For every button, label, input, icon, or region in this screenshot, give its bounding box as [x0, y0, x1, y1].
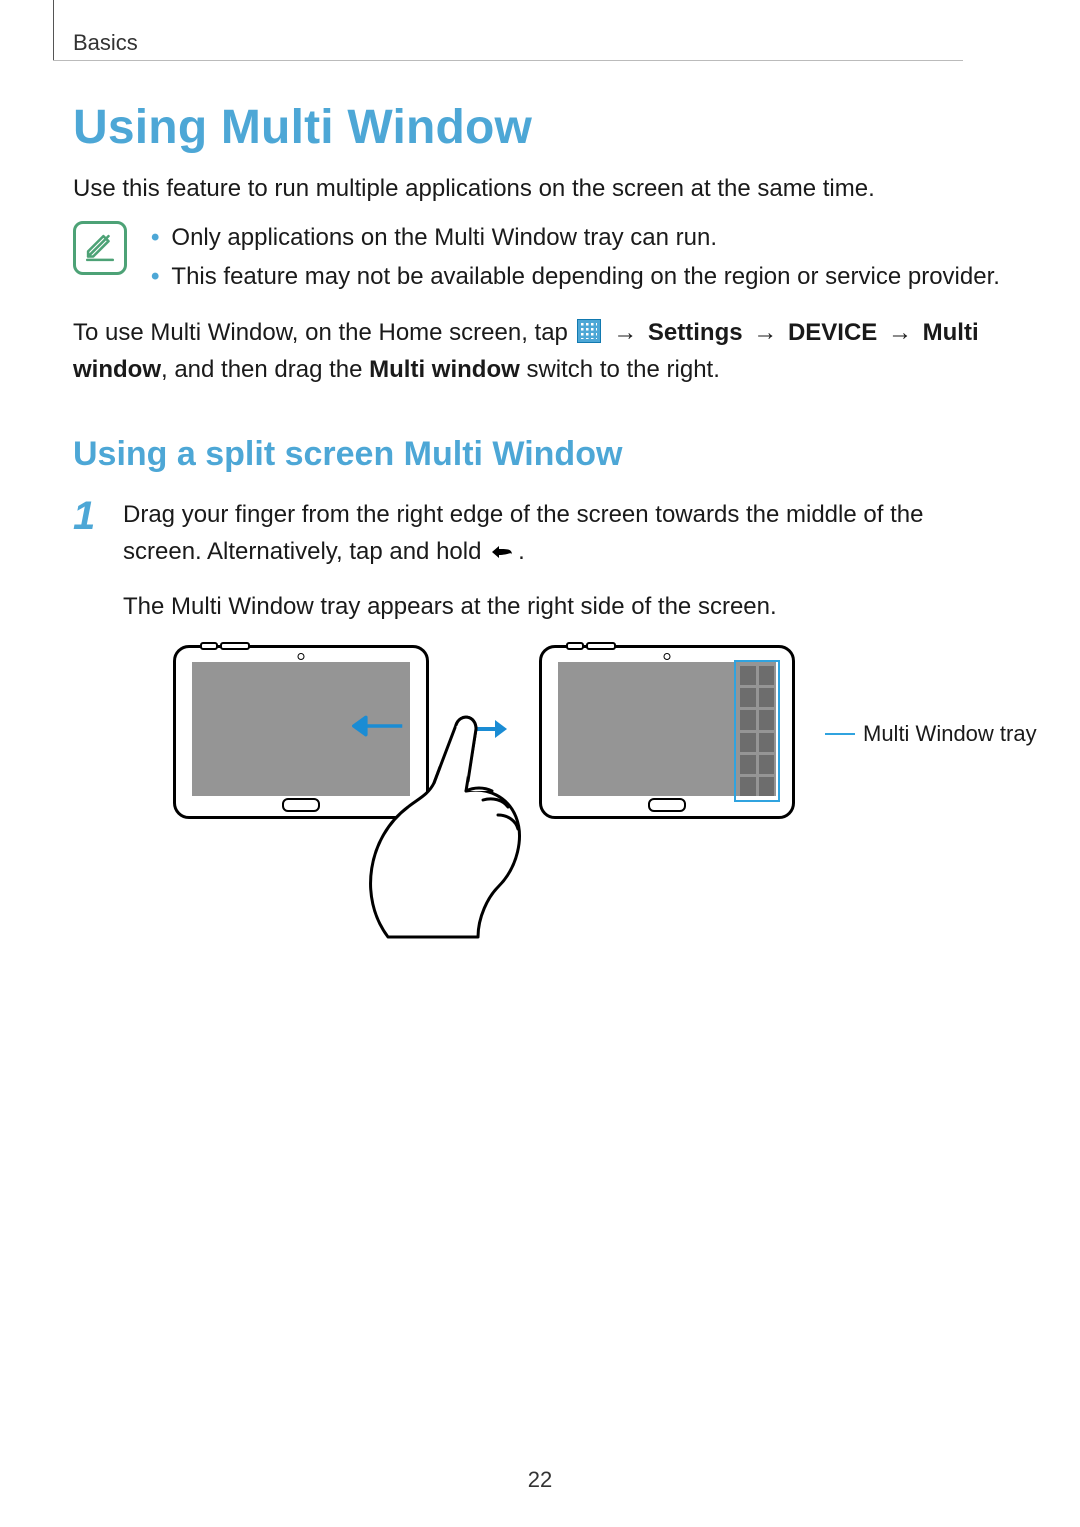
tablet-after [539, 645, 795, 819]
apps-icon [577, 319, 601, 343]
note-item: • This feature may not be available depe… [151, 258, 1003, 296]
callout: Multi Window tray [825, 717, 1037, 751]
intro-text: Use this feature to run multiple applica… [73, 173, 1003, 205]
multi-window-tray [734, 660, 780, 802]
page-number: 22 [0, 1467, 1080, 1493]
callout-label: Multi Window tray [863, 717, 1037, 751]
bullet-icon: • [151, 258, 159, 296]
usage-paragraph: To use Multi Window, on the Home screen,… [73, 314, 1003, 388]
tablet-before [173, 645, 429, 819]
sub-heading: Using a split screen Multi Window [73, 435, 1003, 474]
note-block: • Only applications on the Multi Window … [73, 219, 1003, 296]
note-item-text: Only applications on the Multi Window tr… [171, 219, 717, 257]
section-label: Basics [73, 30, 138, 56]
step-text-line1: Drag your finger from the right edge of … [123, 496, 1003, 574]
transition-arrow-icon [459, 717, 509, 741]
step-number: 1 [73, 496, 101, 536]
note-icon [73, 221, 127, 275]
note-item-text: This feature may not be available depend… [171, 258, 1000, 296]
illustration: Multi Window tray [173, 645, 1003, 819]
back-icon [488, 537, 518, 574]
bullet-icon: • [151, 219, 159, 257]
step-1: 1 Drag your finger from the right edge o… [73, 496, 1003, 820]
header-rule-vertical [53, 0, 54, 60]
page-title: Using Multi Window [73, 100, 1003, 155]
header-rule-horizontal [53, 60, 963, 61]
step-text-line2: The Multi Window tray appears at the rig… [123, 588, 1003, 625]
note-item: • Only applications on the Multi Window … [151, 219, 1003, 257]
